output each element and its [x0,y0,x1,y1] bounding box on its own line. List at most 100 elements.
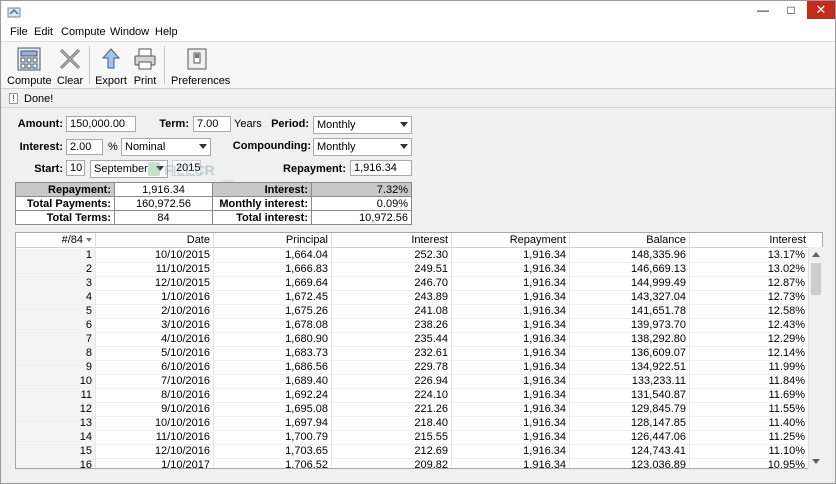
cell-interest: 232.61 [332,347,452,361]
cell-number: 3 [16,277,96,291]
cell-date: 3/10/2016 [96,319,214,333]
cell-balance: 131,540.87 [570,389,690,403]
compounding-select[interactable]: Monthly [313,138,412,156]
cell-interest-pct: 12.87% [690,277,809,291]
cell-balance: 136,609.07 [570,347,690,361]
table-row[interactable]: 14 11/10/2016 1,700.79 215.55 1,916.34 126,44… [16,431,822,445]
term-input[interactable]: 7.00 [193,116,231,132]
print-button[interactable]: Print [131,44,159,87]
status-text: Done! [24,93,54,105]
column-header-repayment[interactable]: Repayment [452,233,570,248]
maximize-button[interactable]: □ [777,1,805,21]
term-label: Term: [159,118,189,130]
cell-interest: 235.44 [332,333,452,347]
table-row[interactable]: 10 7/10/2016 1,689.40 226.94 1,916.34 133,233… [16,375,822,389]
table-row[interactable]: 12 9/10/2016 1,695.08 221.26 1,916.34 129,845… [16,403,822,417]
cell-repayment: 1,916.34 [452,263,570,277]
table-row[interactable]: 4 1/10/2016 1,672.45 243.89 1,916.34 143,327.… [16,291,822,305]
clear-button[interactable]: Clear [56,44,84,87]
menu-edit[interactable]: Edit [34,26,53,38]
column-header-interest[interactable]: Interest [332,233,452,248]
clear-x-icon [59,48,81,70]
cell-repayment: 1,916.34 [452,403,570,417]
schedule-table[interactable]: #/84 Date Principal Interest Repayment B… [15,232,823,469]
cell-interest: 212.69 [332,445,452,459]
cell-balance: 138,292.80 [570,333,690,347]
watermark-text: FILECR [164,162,215,178]
start-day-input[interactable]: 10 [66,160,85,176]
period-select[interactable]: Monthly [313,116,412,134]
amount-input[interactable]: 150,000.00 [66,116,136,132]
cell-balance: 143,327.04 [570,291,690,305]
cell-principal: 1,672.45 [214,291,332,305]
cell-interest-pct: 11.40% [690,417,809,431]
amount-label: Amount: [17,118,63,130]
table-row[interactable]: 7 4/10/2016 1,680.90 235.44 1,916.34 138,292.… [16,333,822,347]
chevron-down-icon [400,122,408,127]
cell-interest: 243.89 [332,291,452,305]
cell-interest: 241.08 [332,305,452,319]
menu-help[interactable]: Help [155,26,178,38]
cell-balance: 124,743.41 [570,445,690,459]
menu-compute[interactable]: Compute [61,26,106,38]
menu-window[interactable]: Window [110,26,149,38]
close-button[interactable]: ✕ [807,1,835,19]
cell-date: 7/10/2016 [96,375,214,389]
column-header-date[interactable]: Date [96,233,214,248]
summary-label: Monthly interest: [212,196,312,211]
table-row[interactable]: 11 8/10/2016 1,692.24 224.10 1,916.34 131,540… [16,389,822,403]
chevron-down-icon [199,144,207,149]
summary-value: 0.09% [311,196,412,211]
cell-principal: 1,703.65 [214,445,332,459]
cell-principal: 1,706.52 [214,459,332,468]
column-header-balance[interactable]: Balance [570,233,690,248]
minimize-button[interactable]: — [749,1,777,21]
preferences-button[interactable]: Preferences [171,44,230,87]
cell-principal: 1,675.26 [214,305,332,319]
cell-number: 9 [16,361,96,375]
table-row[interactable]: 3 12/10/2015 1,669.64 246.70 1,916.34 144,999… [16,277,822,291]
table-row[interactable]: 6 3/10/2016 1,678.08 238.26 1,916.34 139,973.… [16,319,822,333]
interest-input[interactable]: 2.00 [66,139,103,155]
cell-repayment: 1,916.34 [452,431,570,445]
cell-date: 6/10/2016 [96,361,214,375]
column-header-interest-pct[interactable]: Interest [690,233,809,248]
printer-icon [134,48,156,70]
cell-number: 8 [16,347,96,361]
column-header-principal[interactable]: Principal [214,233,332,248]
table-header: #/84 Date Principal Interest Repayment B… [16,233,822,248]
cell-date: 10/10/2016 [96,417,214,431]
table-row[interactable]: 16 1/10/2017 1,706.52 209.82 1,916.34 123,036… [16,459,822,468]
interest-type-select[interactable]: Nominal [121,138,211,156]
preferences-switch-icon [187,48,207,70]
cell-interest: 246.70 [332,277,452,291]
cell-interest: 229.78 [332,361,452,375]
scroll-thumb[interactable] [811,263,821,295]
status-bar: ! Done! [1,89,835,108]
cell-balance: 134,922.51 [570,361,690,375]
column-header-number[interactable]: #/84 [16,233,96,248]
table-row[interactable]: 8 5/10/2016 1,683.73 232.61 1,916.34 136,609.… [16,347,822,361]
table-row[interactable]: 1 10/10/2015 1,664.04 252.30 1,916.34 148,335… [16,249,822,263]
cell-repayment: 1,916.34 [452,389,570,403]
cell-date: 5/10/2016 [96,347,214,361]
repayment-input[interactable]: 1,916.34 [350,160,412,176]
cell-principal: 1,683.73 [214,347,332,361]
table-row[interactable]: 2 11/10/2015 1,666.83 249.51 1,916.34 146,669… [16,263,822,277]
scroll-up-icon[interactable] [812,252,820,257]
table-row[interactable]: 9 6/10/2016 1,686.56 229.78 1,916.34 134,922.… [16,361,822,375]
vertical-scrollbar[interactable] [808,247,823,469]
app-window: — □ ✕ File Edit Compute Window Help Comp… [0,0,836,484]
table-row[interactable]: 13 10/10/2016 1,697.94 218.40 1,916.34 128,14… [16,417,822,431]
export-button[interactable]: Export [95,44,127,87]
cell-repayment: 1,916.34 [452,249,570,263]
cell-interest: 226.94 [332,375,452,389]
compute-button[interactable]: Compute [7,44,52,87]
cell-date: 2/10/2016 [96,305,214,319]
scroll-down-icon[interactable] [812,459,820,464]
table-row[interactable]: 5 2/10/2016 1,675.26 241.08 1,916.34 141,651.… [16,305,822,319]
cell-repayment: 1,916.34 [452,277,570,291]
cell-date: 10/10/2015 [96,249,214,263]
table-row[interactable]: 15 12/10/2016 1,703.65 212.69 1,916.34 124,74… [16,445,822,459]
menu-file[interactable]: File [10,26,28,38]
